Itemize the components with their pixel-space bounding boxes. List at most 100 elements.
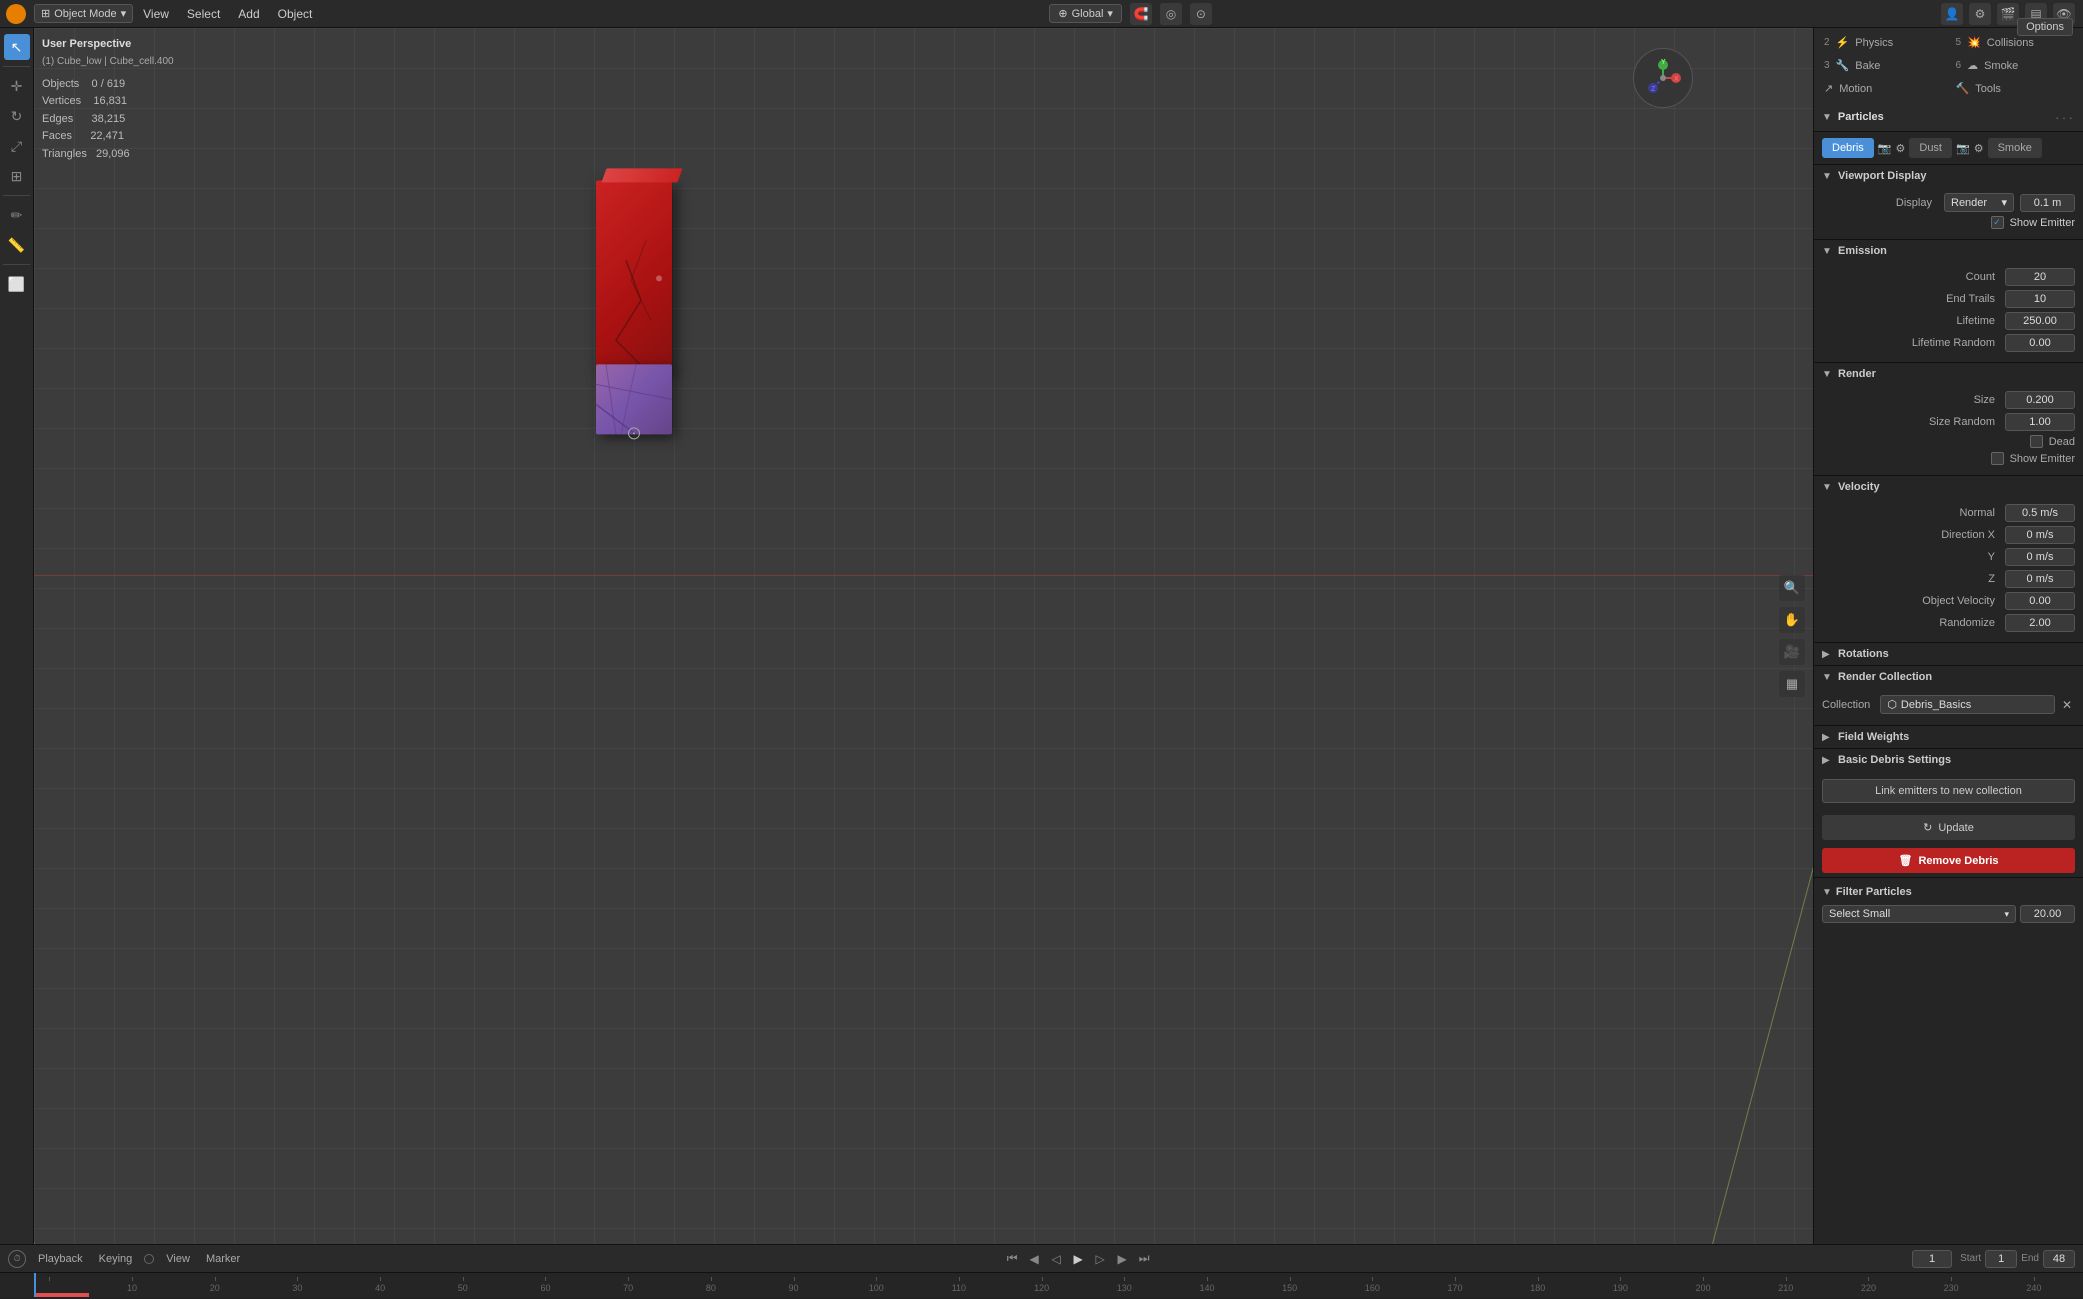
physics-tab[interactable]: 2 ⚡ Physics xyxy=(1818,32,1948,53)
menu-object[interactable]: Object xyxy=(270,5,321,23)
end-trails-value[interactable]: 10 xyxy=(2005,290,2075,308)
smoke-icon: ☁ xyxy=(1967,59,1978,72)
size-random-value[interactable]: 1.00 xyxy=(2005,413,2075,431)
render-header[interactable]: ▼ Render xyxy=(1814,363,2083,385)
jump-end-btn[interactable]: ⏭ xyxy=(1134,1249,1154,1269)
tools-label: Tools xyxy=(1975,83,2001,95)
end-frame-input[interactable]: 48 xyxy=(2043,1250,2075,1268)
filter-particles-header[interactable]: ▼ Filter Particles xyxy=(1822,882,2075,902)
next-keyframe-btn[interactable]: ▷ xyxy=(1090,1249,1110,1269)
dir-x-row: Direction X 0 m/s xyxy=(1822,524,2075,546)
menu-select[interactable]: Select xyxy=(179,5,228,23)
settings-icon-btn[interactable]: ⚙ xyxy=(1969,3,1991,25)
randomize-label: Randomize xyxy=(1822,617,2001,629)
start-frame-input[interactable]: 1 xyxy=(1985,1250,2017,1268)
show-emitter-checkbox-render[interactable]: ✓ xyxy=(1991,452,2004,465)
remove-debris-btn[interactable]: 🗑 Remove Debris xyxy=(1822,848,2075,873)
marker-menu[interactable]: Marker xyxy=(202,1251,244,1267)
scale-tool-btn[interactable]: ⤢ xyxy=(4,133,30,159)
options-button[interactable]: Options xyxy=(2017,18,2073,36)
smoke-tab[interactable]: 6 ☁ Smoke xyxy=(1950,55,2080,76)
rotations-header[interactable]: ▶ Rotations xyxy=(1814,643,2083,665)
dead-checkbox[interactable]: ✓ xyxy=(2030,435,2043,448)
ruler-mark-180: 180 xyxy=(1496,1283,1579,1293)
size-value[interactable]: 0.200 xyxy=(2005,391,2075,409)
nav-gizmo[interactable]: X Y Z xyxy=(1633,48,1693,108)
collection-value[interactable]: ⬡ Debris_Basics xyxy=(1880,695,2055,714)
randomize-value[interactable]: 2.00 xyxy=(2005,614,2075,632)
snap-icon-btn[interactable]: 🧲 xyxy=(1130,3,1152,25)
viewport[interactable]: User Perspective (1) Cube_low | Cube_cel… xyxy=(34,28,1813,1244)
select-small-value-field[interactable]: 20.00 xyxy=(2020,905,2075,923)
dust-particle-btn[interactable]: Dust xyxy=(1909,138,1952,158)
obj-vel-value[interactable]: 0.00 xyxy=(2005,592,2075,610)
select-small-dropdown[interactable]: Select Small ▾ xyxy=(1822,905,2016,923)
rotate-tool-btn[interactable]: ↻ xyxy=(4,103,30,129)
ruler-mark-60: 60 xyxy=(504,1283,587,1293)
keying-dot[interactable] xyxy=(144,1254,154,1264)
current-frame-input[interactable]: 1 xyxy=(1912,1250,1952,1268)
select-tool-btn[interactable]: ↖ xyxy=(4,34,30,60)
play-btn[interactable]: ▶ xyxy=(1068,1249,1088,1269)
collection-remove-btn[interactable]: ✕ xyxy=(2059,697,2075,713)
velocity-header[interactable]: ▼ Velocity xyxy=(1814,476,2083,498)
ruler-mark-20: 20 xyxy=(173,1283,256,1293)
size-random-row: Size Random 1.00 xyxy=(1822,411,2075,433)
count-value[interactable]: 20 xyxy=(2005,268,2075,286)
dir-y-value[interactable]: 0 m/s xyxy=(2005,548,2075,566)
motion-label: Motion xyxy=(1839,83,1872,95)
transform-selector[interactable]: ⊕ Global ▾ xyxy=(1049,4,1122,23)
render-collection-header[interactable]: ▼ Render Collection xyxy=(1814,666,2083,688)
lifetime-value[interactable]: 250.00 xyxy=(2005,312,2075,330)
camera-view-btn[interactable]: 🎥 xyxy=(1779,639,1805,665)
debris-particle-btn[interactable]: Debris xyxy=(1822,138,1874,158)
menu-add[interactable]: Add xyxy=(230,5,267,23)
emission-header[interactable]: ▼ Emission xyxy=(1814,240,2083,262)
jump-start-btn[interactable]: ⏮ xyxy=(1002,1249,1022,1269)
measure-tool-btn[interactable]: 📏 xyxy=(4,232,30,258)
render-view-btn[interactable]: ▦ xyxy=(1779,671,1805,697)
show-emitter-checkbox-vp[interactable]: ✓ xyxy=(1991,216,2004,229)
bake-tab[interactable]: 3 🔧 Bake xyxy=(1818,55,1948,76)
smoke-particle-btn[interactable]: Smoke xyxy=(1988,138,2042,158)
mode-selector[interactable]: ⊞ Object Mode ▾ xyxy=(34,4,133,23)
field-weights-header[interactable]: ▶ Field Weights xyxy=(1814,726,2083,748)
particles-collapse-icon[interactable]: ▼ xyxy=(1822,112,1832,123)
timeline-icon[interactable]: ⏱ xyxy=(8,1250,26,1268)
dir-x-value[interactable]: 0 m/s xyxy=(2005,526,2075,544)
move-tool-btn[interactable]: ✛ xyxy=(4,73,30,99)
playback-menu[interactable]: Playback xyxy=(34,1251,87,1267)
motion-tab[interactable]: ↗ Motion xyxy=(1818,78,1948,99)
proportional-edit-btn[interactable]: ◎ xyxy=(1160,3,1182,25)
transform-pivot-btn[interactable]: ⊙ xyxy=(1190,3,1212,25)
annotate-tool-btn[interactable]: ✏ xyxy=(4,202,30,228)
triangles-label: Triangles xyxy=(42,148,87,160)
transform-tool-btn[interactable]: ⊞ xyxy=(4,163,30,189)
next-frame-btn[interactable]: ▶ xyxy=(1112,1249,1132,1269)
display-dropdown[interactable]: Render ▾ xyxy=(1944,193,2014,212)
walk-navigate-btn[interactable]: ✋ xyxy=(1779,607,1805,633)
basic-debris-header[interactable]: ▶ Basic Debris Settings xyxy=(1814,749,2083,771)
display-number[interactable]: 0.1 m xyxy=(2020,194,2075,212)
update-btn[interactable]: ↻ Update xyxy=(1822,815,2075,840)
global-icon: ⊕ xyxy=(1058,7,1067,20)
tools-tab[interactable]: 🔨 Tools xyxy=(1950,78,2080,99)
select-small-row: Select Small ▾ 20.00 xyxy=(1822,902,2075,926)
particles-options-icon[interactable]: ··· xyxy=(2055,109,2075,125)
object-tool-btn[interactable]: ⬜ xyxy=(4,271,30,297)
prev-frame-btn[interactable]: ◀ xyxy=(1024,1249,1044,1269)
prev-keyframe-btn[interactable]: ◁ xyxy=(1046,1249,1066,1269)
frame-ruler[interactable]: 10 20 30 40 50 60 70 80 90 100 110 120 1… xyxy=(0,1273,2083,1297)
keying-menu[interactable]: Keying xyxy=(95,1251,137,1267)
lifetime-random-value[interactable]: 0.00 xyxy=(2005,334,2075,352)
motion-icon: ↗ xyxy=(1824,82,1833,95)
link-emitters-btn[interactable]: Link emitters to new collection xyxy=(1822,779,2075,803)
zoom-extents-btn[interactable]: 🔍 xyxy=(1779,575,1805,601)
viewport-display-header[interactable]: ▼ Viewport Display xyxy=(1814,165,2083,187)
normal-value[interactable]: 0.5 m/s xyxy=(2005,504,2075,522)
view-menu-tl[interactable]: View xyxy=(162,1251,194,1267)
menu-view[interactable]: View xyxy=(135,5,177,23)
dir-z-value[interactable]: 0 m/s xyxy=(2005,570,2075,588)
user-icon-btn[interactable]: 👤 xyxy=(1941,3,1963,25)
scene-icon-btn[interactable]: 🎬 xyxy=(1997,3,2019,25)
